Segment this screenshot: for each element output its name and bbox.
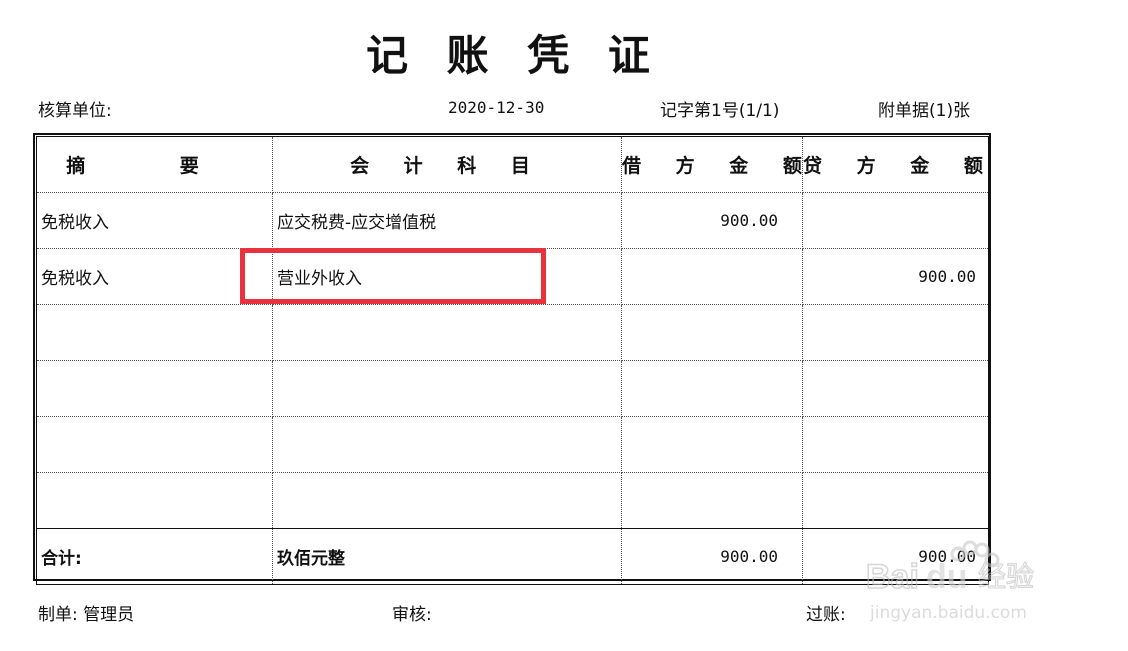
table-row [36,472,989,529]
header-account: 会 计 科 目 [272,136,622,193]
accounting-unit-label: 核算单位: [38,101,112,121]
cell-account[interactable]: 营业外收入 [272,248,622,305]
header-debit: 借 方 金 额 [621,136,803,193]
total-debit: 900.00 [621,528,803,585]
cell-summary[interactable] [36,416,273,473]
cell-debit[interactable] [621,360,803,417]
cell-summary[interactable] [36,472,273,529]
voucher-number: 记字第1号(1/1) [660,101,780,121]
header-credit: 贷 方 金 额 [802,136,989,193]
cell-debit[interactable] [621,416,803,473]
cell-account[interactable] [272,360,622,417]
table-row [36,416,989,473]
cell-credit[interactable] [802,472,989,529]
svg-text:jingyan.baidu.com: jingyan.baidu.com [869,603,1027,623]
cell-account[interactable] [272,416,622,473]
total-row: 合计: 玖佰元整 900.00 900.00 [36,528,989,585]
cell-account[interactable]: 应交税费-应交增值税 [272,192,622,249]
cell-debit[interactable] [621,248,803,305]
cell-debit[interactable] [621,472,803,529]
cell-credit[interactable] [802,192,989,249]
reviewed-by: 审核: [392,605,432,625]
table-row [36,304,989,361]
table-row: 免税收入 营业外收入 900.00 [36,248,989,305]
table-row [36,360,989,417]
cell-credit[interactable] [802,360,989,417]
cell-summary[interactable] [36,360,273,417]
cell-account[interactable] [272,304,622,361]
attachment-count: 附单据(1)张 [878,101,971,121]
cell-summary[interactable]: 免税收入 [36,192,273,249]
total-amount-words: 玖佰元整 [272,528,622,585]
cell-debit[interactable] [621,304,803,361]
cell-credit[interactable] [802,416,989,473]
voucher-date: 2020-12-30 [448,98,545,117]
cell-account[interactable] [272,472,622,529]
cell-summary[interactable] [36,304,273,361]
table-row: 免税收入 应交税费-应交增值税 900.00 [36,192,989,249]
voucher-table-frame: 摘 要 会 计 科 目 借 方 金 额 贷 方 金 额 免税收入 应交税费-应交… [33,133,991,585]
header-summary: 摘 要 [36,136,273,193]
total-label: 合计: [36,528,273,585]
posted-by: 过账: [806,605,846,625]
cell-summary[interactable]: 免税收入 [36,248,273,305]
cell-credit[interactable]: 900.00 [802,248,989,305]
voucher-title: 记 账 凭 证 [366,31,662,80]
voucher-table: 摘 要 会 计 科 目 借 方 金 额 贷 方 金 额 免税收入 应交税费-应交… [36,136,989,585]
total-credit: 900.00 [802,528,989,585]
cell-credit[interactable] [802,304,989,361]
table-header-row: 摘 要 会 计 科 目 借 方 金 额 贷 方 金 额 [36,136,989,193]
prepared-by: 制单: 管理员 [38,605,135,625]
cell-debit[interactable]: 900.00 [621,192,803,249]
